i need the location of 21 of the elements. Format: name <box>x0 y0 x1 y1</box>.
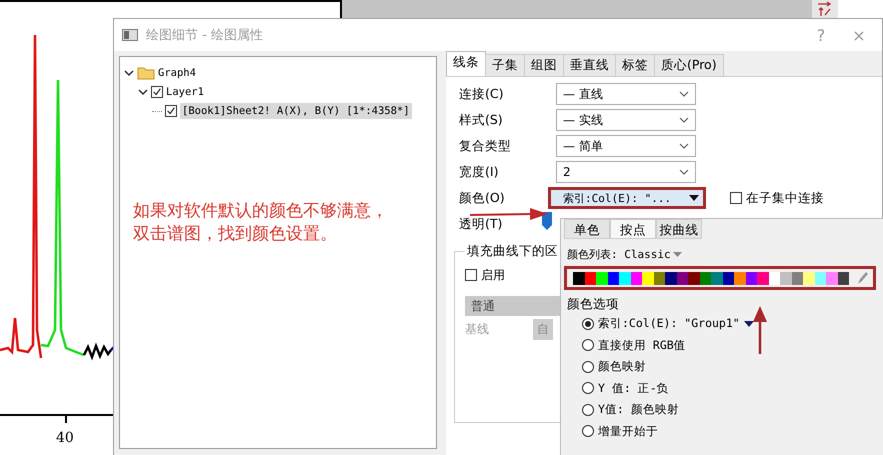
field-label: 连接(C) <box>459 86 504 100</box>
color-list-label: 颜色列表: Classic <box>567 247 671 262</box>
group-title: 填充曲线下的区 <box>466 243 559 260</box>
section-label: 颜色选项 <box>567 296 619 311</box>
window-title: 绘图细节 - 绘图属性 <box>146 27 264 44</box>
field-label: 透明(T) <box>459 216 502 230</box>
radio-label: 直接使用 RGB值 <box>598 338 686 353</box>
radio-label: Y 值: 正-负 <box>598 380 669 396</box>
axis-tick-label: 40 <box>56 430 74 446</box>
radio-label: 增量开始于 <box>598 424 658 439</box>
field-label: 样式(S) <box>459 112 503 126</box>
radio-label: 颜色映射 <box>598 359 646 374</box>
annotation-text: 如果对软件默认的颜色不够满意， 双击谱图，找到颜色设置。 <box>133 200 388 246</box>
checkbox-label: 在子集中连接 <box>746 190 824 206</box>
field-label: 宽度(I) <box>459 164 498 178</box>
radio-label: Y值: 颜色映射 <box>598 402 679 418</box>
field-label: 基线 <box>465 320 489 338</box>
field-label: 复合类型 <box>459 138 511 152</box>
radio-label: 索引:Col(E): "Group1" <box>598 316 740 332</box>
field-label: 颜色(O) <box>459 190 505 204</box>
checkbox-label: 启用 <box>481 266 505 284</box>
